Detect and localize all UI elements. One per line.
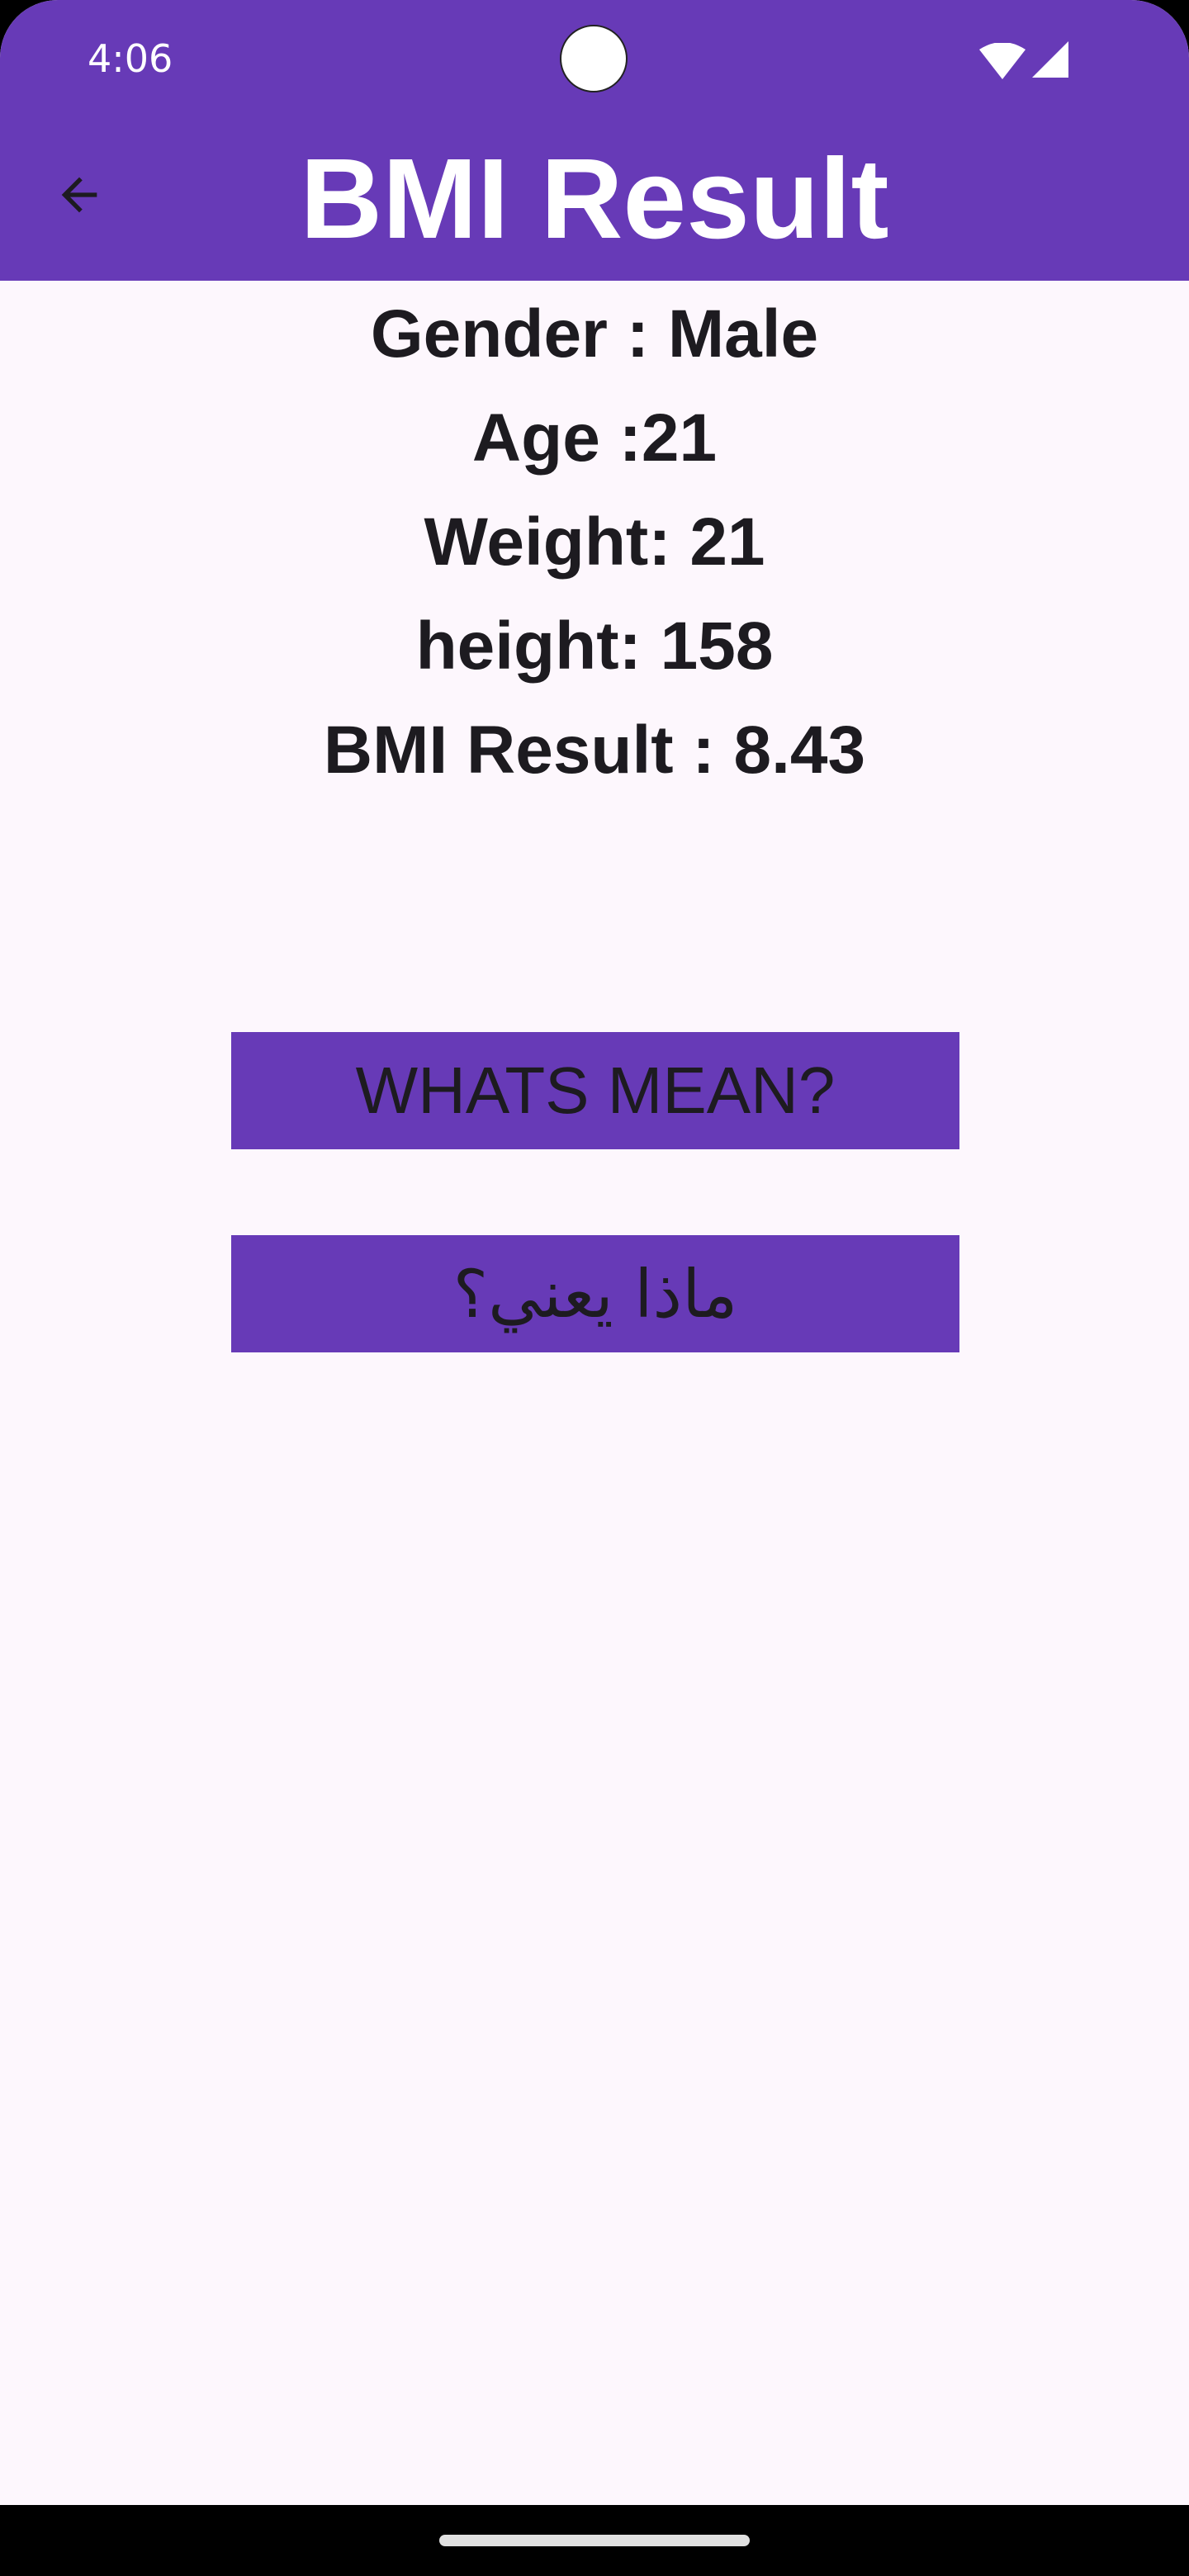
result-details: Gender : Male Age :21 Weight: 21 height:… [0, 282, 1189, 803]
weight-text: Weight: 21 [424, 504, 765, 580]
camera-cutout [560, 25, 628, 92]
arabic-meaning-button[interactable]: ماذا يعني؟ [231, 1235, 959, 1352]
page-title: BMI Result [300, 135, 889, 263]
bmi-result-text: BMI Result : 8.43 [323, 713, 866, 788]
cellular-signal-icon [1032, 41, 1068, 78]
wifi-icon [979, 43, 1026, 79]
app-screen: 4:06 BMI Result Gender : Male Age :21 We… [0, 0, 1189, 2505]
app-bar: 4:06 BMI Result [0, 0, 1189, 281]
whats-mean-button[interactable]: WHATS MEAN? [231, 1032, 959, 1149]
gender-text: Gender : Male [370, 296, 819, 372]
status-time: 4:06 [88, 36, 173, 81]
home-indicator[interactable] [439, 2535, 750, 2546]
navigation-bar [0, 2505, 1189, 2576]
age-text: Age :21 [471, 400, 718, 476]
height-text: height: 158 [415, 608, 774, 684]
